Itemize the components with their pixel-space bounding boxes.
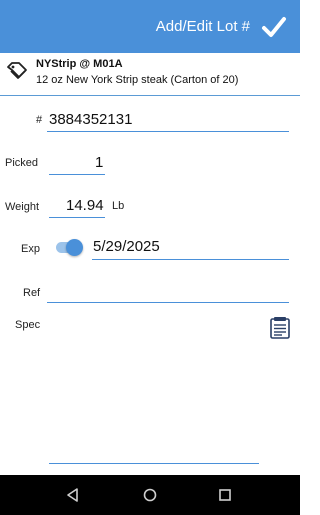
notes-icon[interactable] bbox=[270, 316, 290, 339]
picked-value: 1 bbox=[95, 154, 104, 171]
weight-unit: Lb bbox=[112, 200, 125, 212]
home-icon[interactable] bbox=[141, 486, 159, 504]
toggle-knob bbox=[66, 239, 83, 256]
item-name: NYStrip @ M01A bbox=[36, 58, 123, 70]
weight-value: 14.94 bbox=[66, 197, 104, 214]
spec-label: Spec bbox=[15, 319, 41, 331]
exp-date-field[interactable] bbox=[92, 259, 289, 260]
tag-icon bbox=[7, 62, 27, 79]
screen: Add/Edit Lot # NYStrip @ M01A 12 oz New … bbox=[0, 0, 300, 515]
app-bar: Add/Edit Lot # bbox=[0, 0, 300, 53]
exp-date-value: 5/29/2025 bbox=[93, 238, 160, 255]
exp-toggle[interactable] bbox=[56, 239, 84, 256]
spec-field[interactable] bbox=[49, 463, 259, 464]
item-info: NYStrip @ M01A 12 oz New York Strip stea… bbox=[0, 53, 300, 96]
recents-icon[interactable] bbox=[216, 486, 234, 504]
item-description: 12 oz New York Strip steak (Carton of 20… bbox=[36, 74, 239, 86]
picked-label: Picked bbox=[5, 157, 39, 169]
picked-field[interactable] bbox=[49, 174, 105, 175]
system-nav-bar bbox=[0, 475, 300, 515]
lot-number-label: # bbox=[36, 114, 43, 126]
weight-field[interactable] bbox=[49, 217, 105, 218]
lot-number-value: 3884352131 bbox=[49, 111, 133, 128]
back-icon[interactable] bbox=[64, 486, 82, 504]
checkmark-icon[interactable] bbox=[261, 14, 287, 40]
exp-label: Exp bbox=[21, 243, 40, 255]
weight-label: Weight bbox=[5, 201, 40, 213]
page-title: Add/Edit Lot # bbox=[155, 18, 250, 35]
lot-number-field[interactable] bbox=[47, 131, 289, 132]
ref-field[interactable] bbox=[47, 302, 289, 303]
ref-label: Ref bbox=[23, 287, 41, 299]
